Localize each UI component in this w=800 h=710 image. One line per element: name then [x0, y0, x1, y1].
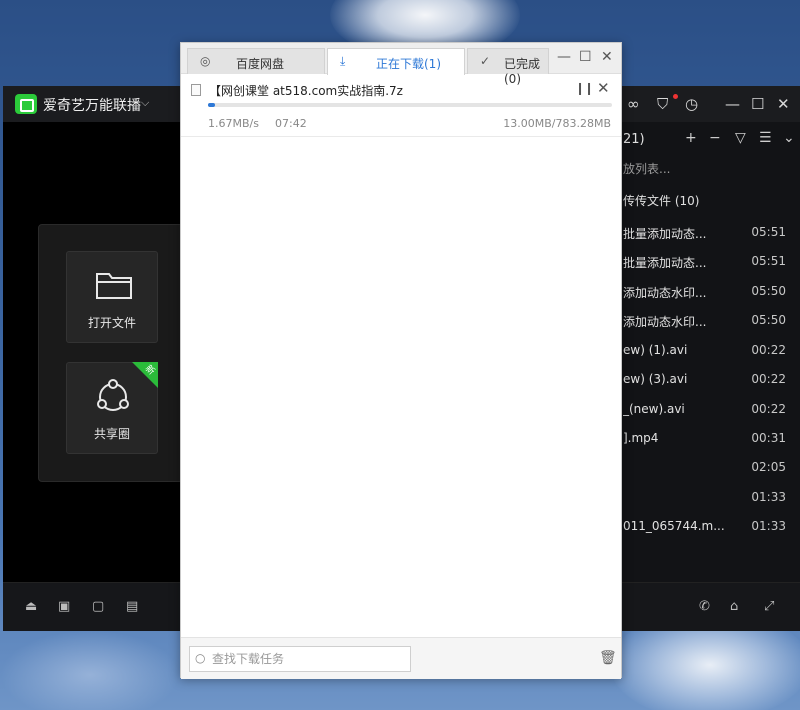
- maximize-icon[interactable]: ☐: [579, 49, 592, 65]
- home-panel: 打开文件 新 共享圈: [38, 224, 198, 482]
- clock-icon[interactable]: ◷: [685, 95, 698, 113]
- close-icon[interactable]: ✕: [597, 79, 610, 97]
- search-icon: ○: [195, 651, 206, 665]
- chevron-down-icon[interactable]: ⌵: [141, 96, 149, 110]
- skin-icon[interactable]: ∞: [627, 95, 640, 113]
- list-item-name: 添加动态水印...: [623, 286, 707, 300]
- close-icon[interactable]: ✕: [777, 95, 790, 113]
- open-file-label: 打开文件: [87, 316, 136, 330]
- remove-icon[interactable]: −: [709, 130, 721, 146]
- cast-icon[interactable]: ▤: [126, 599, 138, 614]
- playlist-search[interactable]: 放列表...: [623, 160, 670, 177]
- list-item[interactable]: ew) (3).avi 00:22: [615, 365, 800, 394]
- add-icon[interactable]: +: [685, 130, 697, 146]
- download-tabs: ◎ 百度网盘 ⤓ 正在下载(1) ✓ 已完成(0) — ☐ ✕: [181, 43, 621, 86]
- tab-downloading[interactable]: ⤓ 正在下载(1): [327, 48, 465, 75]
- task-speed: 1.67MB/s: [208, 117, 259, 130]
- list-icon[interactable]: ☰: [759, 130, 772, 146]
- list-item-duration: 00:22: [751, 343, 786, 357]
- list-item[interactable]: 添加动态水印... 05:50: [615, 306, 800, 335]
- folder-icon: [96, 273, 132, 299]
- list-item[interactable]: ].mp4 00:31: [615, 424, 800, 453]
- list-item-duration: 05:50: [751, 284, 786, 298]
- list-item[interactable]: _(new).avi 00:22: [615, 395, 800, 424]
- list-item-duration: 05:50: [751, 313, 786, 327]
- trash-icon[interactable]: 🗑: [599, 650, 617, 666]
- playlist-panel: 21) + − ▽ ☰ ⌄ 放列表... 传传文件 (10) 批量添加动态...…: [615, 122, 800, 582]
- list-item-duration: 05:51: [751, 254, 786, 268]
- list-item[interactable]: ew) (1).avi 00:22: [615, 336, 800, 365]
- toolbox-icon[interactable]: ⌂: [730, 599, 738, 614]
- close-icon[interactable]: ✕: [601, 49, 613, 65]
- progress-bar: [208, 103, 612, 107]
- list-item-name: ].mp4: [623, 431, 659, 445]
- list-item-duration: 00:31: [751, 431, 786, 445]
- maximize-icon[interactable]: ☐: [751, 95, 764, 113]
- list-item-duration: 01:33: [751, 490, 786, 504]
- eject-icon[interactable]: ⏏: [25, 599, 37, 614]
- list-item-duration: 05:51: [751, 225, 786, 239]
- tshirt-icon[interactable]: ⛉: [657, 95, 668, 113]
- minimize-icon[interactable]: —: [557, 49, 571, 65]
- task-filename: 【网创课堂 at518.com实战指南.7z: [209, 84, 403, 98]
- list-item-duration: 02:05: [751, 460, 786, 474]
- minimize-icon[interactable]: —: [725, 95, 740, 113]
- list-item-duration: 00:22: [751, 372, 786, 386]
- app-title[interactable]: 爱奇艺万能联播: [43, 95, 141, 115]
- task-eta: 07:42: [275, 117, 307, 130]
- list-item[interactable]: 批量添加动态... 05:51: [615, 218, 800, 247]
- tab-completed[interactable]: ✓ 已完成(0): [467, 48, 549, 86]
- collapse-icon[interactable]: ⌄: [783, 130, 795, 146]
- list-item[interactable]: 批量添加动态... 05:51: [615, 247, 800, 276]
- tab-label: 百度网盘: [236, 57, 285, 71]
- download-icon: ⤓: [340, 54, 346, 68]
- phone-icon[interactable]: ✆: [699, 599, 710, 614]
- filter-icon[interactable]: ▽: [735, 130, 746, 146]
- wallpaper-dandelion: [0, 630, 180, 710]
- list-item[interactable]: 02:05: [615, 453, 800, 482]
- fullscreen-icon[interactable]: ⤢: [764, 599, 774, 614]
- share-circle-label: 共享圈: [93, 427, 130, 441]
- list-item-name: 011_065744.m...: [623, 519, 725, 533]
- file-icon: [191, 84, 201, 96]
- share-circle-button[interactable]: 新 共享圈: [66, 362, 158, 454]
- search-input[interactable]: [189, 646, 411, 672]
- notification-dot: [673, 94, 678, 99]
- progress-fill: [208, 103, 215, 107]
- tab-baidu-pan[interactable]: ◎ 百度网盘: [187, 48, 325, 74]
- task-size: 13.00MB/783.28MB: [503, 117, 611, 130]
- playlist-group[interactable]: 传传文件 (10): [623, 192, 699, 209]
- subtitle-icon[interactable]: ▣: [58, 599, 70, 614]
- download-manager-window: ◎ 百度网盘 ⤓ 正在下载(1) ✓ 已完成(0) — ☐ ✕ 【网创课堂 at…: [180, 42, 622, 679]
- list-item[interactable]: 01:33: [615, 483, 800, 512]
- download-task-row[interactable]: 【网创课堂 at518.com实战指南.7z ❙❙ ✕ 1.67MB/s 07:…: [181, 75, 621, 137]
- list-item[interactable]: 011_065744.m... 01:33: [615, 512, 800, 541]
- app-logo-icon: [15, 94, 37, 114]
- open-file-button[interactable]: 打开文件: [66, 251, 158, 343]
- share-icon: [97, 379, 129, 411]
- list-item-duration: 00:22: [751, 402, 786, 416]
- list-item-name: _(new).avi: [623, 402, 685, 416]
- playlist-count: 21): [623, 132, 645, 147]
- list-item-duration: 01:33: [751, 519, 786, 533]
- pause-icon[interactable]: ❙❙: [575, 81, 594, 95]
- list-item-name: 批量添加动态...: [623, 227, 707, 241]
- download-footer: ○ 🗑: [181, 637, 621, 679]
- tab-label: 正在下载(1): [376, 57, 441, 71]
- list-item[interactable]: 添加动态水印... 05:50: [615, 277, 800, 306]
- check-circle-icon: ✓: [480, 54, 491, 68]
- globe-icon: ◎: [200, 54, 211, 68]
- list-item-name: 添加动态水印...: [623, 315, 707, 329]
- list-item-name: ew) (3).avi: [623, 372, 688, 386]
- list-item-name: ew) (1).avi: [623, 343, 688, 357]
- screen-icon[interactable]: ▢: [92, 599, 104, 614]
- list-item-name: 批量添加动态...: [623, 256, 707, 270]
